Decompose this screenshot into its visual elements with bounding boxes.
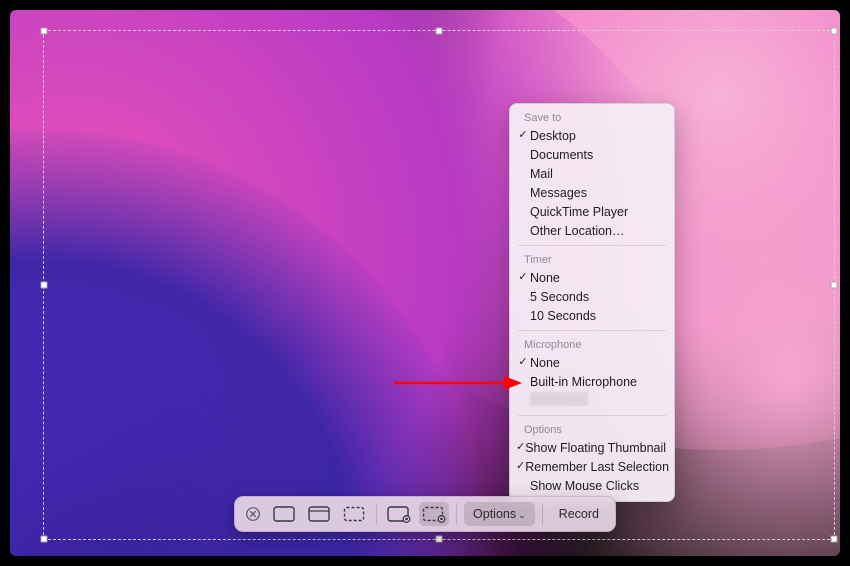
record-entire-screen-button[interactable] (384, 502, 414, 526)
menu-item-floating-thumbnail[interactable]: ✓Show Floating Thumbnail (510, 438, 674, 457)
menu-item-quicktime[interactable]: QuickTime Player (510, 202, 674, 221)
resize-handle-w[interactable] (41, 282, 48, 289)
resize-handle-sw[interactable] (41, 536, 48, 543)
capture-selection-frame[interactable] (43, 30, 835, 540)
checkmark-icon: ✓ (516, 130, 530, 141)
menu-divider (518, 245, 666, 246)
screenshot-toolbar: Options⌄ Record (234, 496, 616, 532)
record-selection-icon (422, 506, 446, 523)
capture-selection-icon (343, 506, 365, 522)
menu-item-timer-10s[interactable]: 10 Seconds (510, 306, 674, 325)
capture-window-button[interactable] (304, 502, 334, 526)
capture-entire-screen-button[interactable] (269, 502, 299, 526)
record-selection-button[interactable] (419, 502, 449, 526)
record-button-label: Record (559, 507, 599, 521)
capture-selection-button[interactable] (339, 502, 369, 526)
record-entire-screen-icon (387, 506, 411, 523)
menu-item-timer-5s[interactable]: 5 Seconds (510, 287, 674, 306)
chevron-down-icon: ⌄ (518, 510, 526, 521)
menu-item-show-clicks[interactable]: Show Mouse Clicks (510, 476, 674, 495)
options-menu: Save to ✓Desktop Documents Mail Messages… (509, 103, 675, 502)
capture-window-icon (308, 506, 330, 522)
menu-item-mic-redacted[interactable] (510, 391, 674, 410)
menu-item-documents[interactable]: Documents (510, 145, 674, 164)
menu-item-desktop[interactable]: ✓Desktop (510, 126, 674, 145)
menu-divider (518, 415, 666, 416)
resize-handle-nw[interactable] (41, 28, 48, 35)
menu-item-mail[interactable]: Mail (510, 164, 674, 183)
menu-section-options: Options (510, 421, 674, 438)
menu-item-messages[interactable]: Messages (510, 183, 674, 202)
menu-divider (518, 330, 666, 331)
checkmark-icon: ✓ (516, 461, 525, 472)
capture-entire-screen-icon (273, 506, 295, 522)
menu-section-timer: Timer (510, 251, 674, 268)
menu-item-timer-none[interactable]: ✓None (510, 268, 674, 287)
close-button[interactable] (242, 503, 264, 525)
redacted-text (530, 392, 588, 406)
menu-item-other-location[interactable]: Other Location… (510, 221, 674, 240)
menu-section-save-to: Save to (510, 109, 674, 126)
toolbar-separator (376, 503, 377, 525)
checkmark-icon: ✓ (516, 272, 530, 283)
menu-item-mic-builtin[interactable]: Built-in Microphone (510, 372, 674, 391)
screenshot-app-stage: Save to ✓Desktop Documents Mail Messages… (10, 10, 840, 556)
menu-item-remember-selection[interactable]: ✓Remember Last Selection (510, 457, 674, 476)
resize-handle-e[interactable] (831, 282, 838, 289)
options-button-label: Options (473, 507, 516, 521)
toolbar-separator (456, 503, 457, 525)
resize-handle-n[interactable] (436, 28, 443, 35)
checkmark-icon: ✓ (516, 442, 525, 453)
menu-section-microphone: Microphone (510, 336, 674, 353)
toolbar-separator (542, 503, 543, 525)
options-button[interactable]: Options⌄ (464, 502, 535, 526)
resize-handle-ne[interactable] (831, 28, 838, 35)
menu-item-mic-none[interactable]: ✓None (510, 353, 674, 372)
checkmark-icon: ✓ (516, 357, 530, 368)
close-icon (246, 507, 260, 521)
resize-handle-s[interactable] (436, 536, 443, 543)
resize-handle-se[interactable] (831, 536, 838, 543)
record-button[interactable]: Record (550, 502, 608, 526)
